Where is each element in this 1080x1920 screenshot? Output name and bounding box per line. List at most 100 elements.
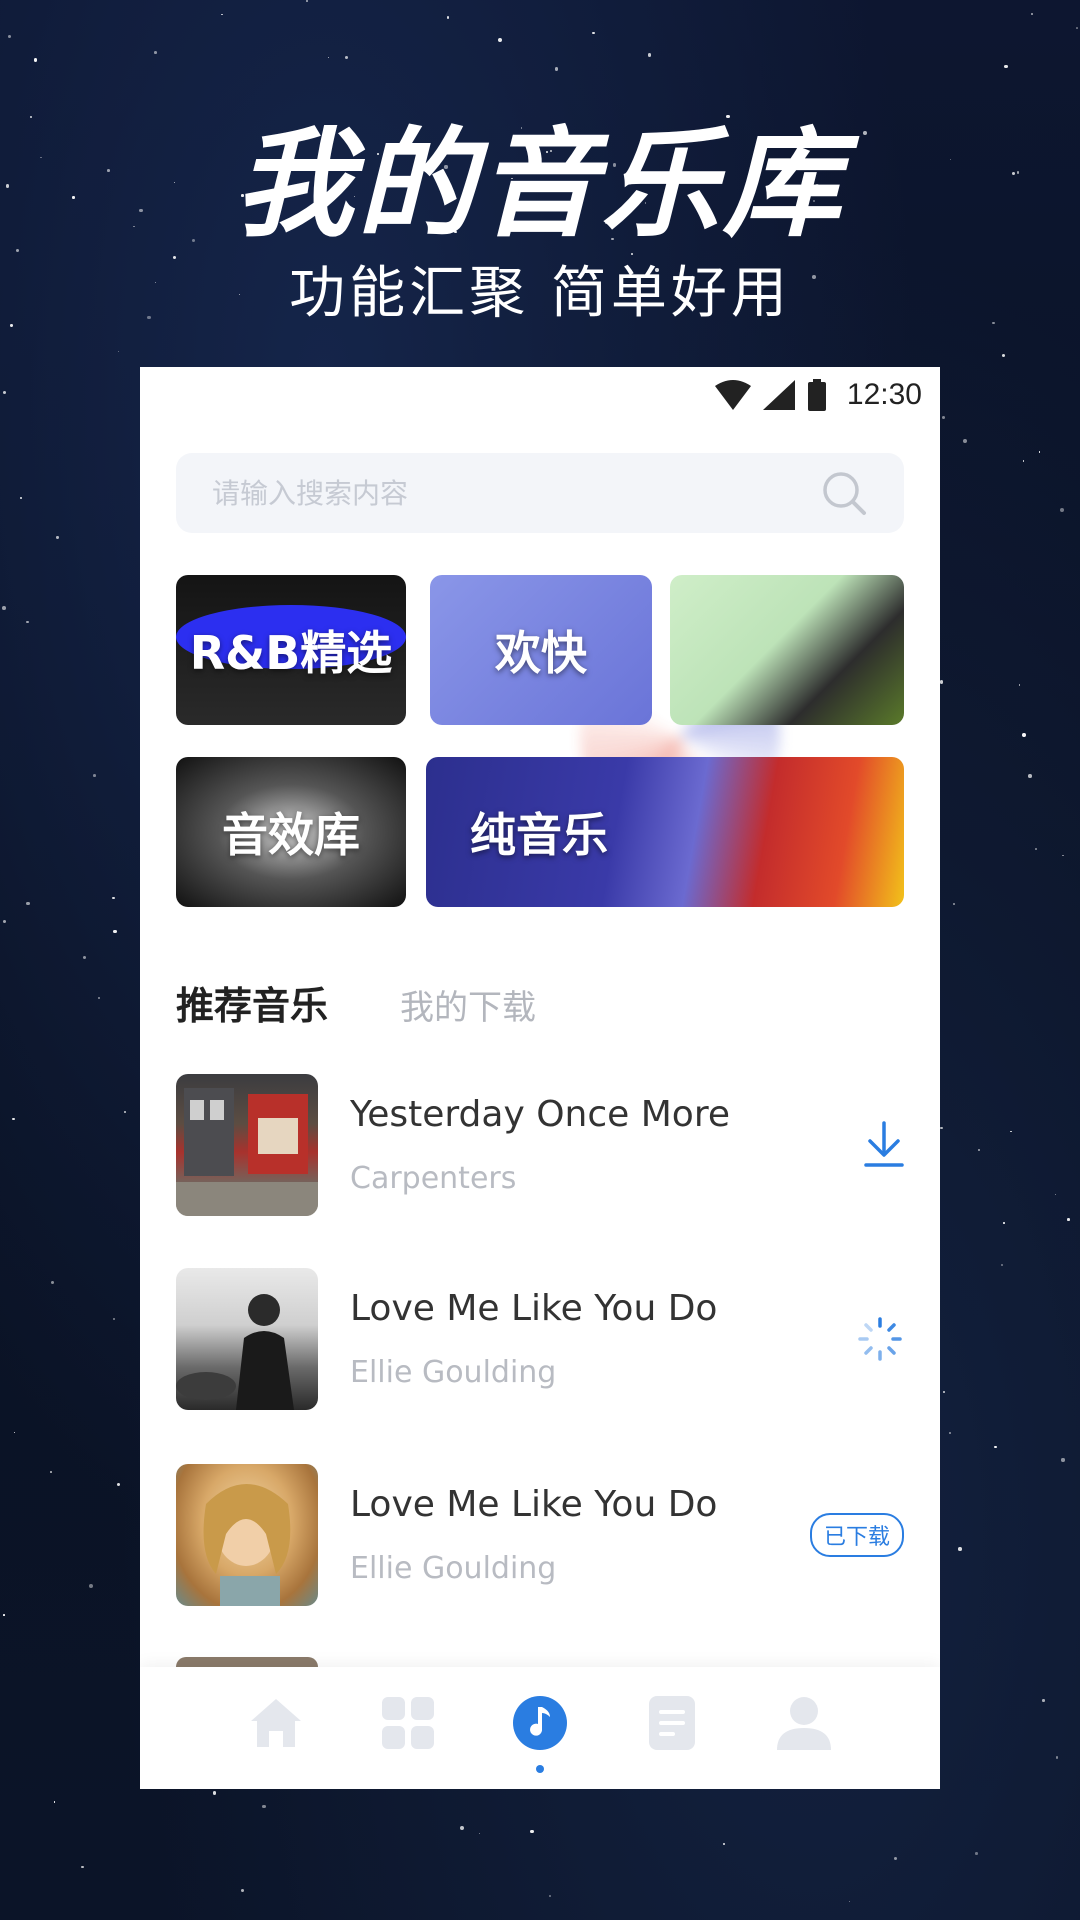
category-rnb[interactable]: R&B精选	[176, 575, 406, 725]
song-list-item[interactable]: Love Me Like You Do Ellie Goulding 已下载	[176, 1463, 904, 1607]
star	[1010, 1130, 1012, 1133]
star	[549, 1894, 551, 1897]
star	[118, 350, 120, 352]
star	[93, 773, 96, 777]
star	[3, 390, 7, 394]
star	[26, 901, 30, 906]
star	[305, 0, 309, 3]
album-cover-partial	[176, 1657, 318, 1667]
tab-recommended[interactable]: 推荐音乐	[176, 975, 328, 1030]
category-label: 音效库	[222, 808, 360, 862]
star	[978, 1149, 981, 1152]
star	[530, 1829, 534, 1834]
star	[33, 58, 38, 62]
star	[647, 53, 652, 57]
star	[13, 1431, 16, 1434]
bottom-navigation	[140, 1667, 940, 1789]
star	[113, 929, 117, 934]
search-bar[interactable]	[176, 453, 904, 533]
star	[942, 415, 946, 419]
nav-categories[interactable]	[380, 1695, 436, 1751]
loading-spinner-icon	[858, 1317, 902, 1361]
star	[56, 536, 59, 539]
star	[1, 605, 6, 610]
album-cover	[176, 1268, 318, 1410]
star	[123, 1110, 127, 1113]
star	[958, 1547, 962, 1551]
star	[975, 1852, 978, 1855]
phone-screen: 12:30 R&B精选 欢快 音效库 纯音乐 推荐音乐 我的下载	[140, 367, 940, 1789]
search-input[interactable]	[212, 476, 820, 510]
grid-icon	[382, 1697, 434, 1749]
category-label: 纯音乐	[470, 808, 608, 862]
star	[1021, 733, 1026, 737]
star	[1018, 683, 1021, 686]
star	[1067, 1218, 1070, 1221]
song-list-item[interactable]: Yesterday Once More Carpenters	[176, 1073, 904, 1217]
star	[1055, 1756, 1059, 1759]
star	[53, 1801, 56, 1803]
star	[117, 1483, 121, 1487]
star	[3, 919, 7, 923]
star	[940, 680, 944, 684]
star	[953, 902, 955, 905]
category-label: R&B精选	[189, 626, 393, 680]
wifi-icon	[714, 380, 751, 410]
star	[498, 37, 502, 42]
nav-documents[interactable]	[644, 1695, 700, 1751]
nav-profile[interactable]	[776, 1695, 832, 1751]
star	[3, 1614, 5, 1616]
star	[50, 1280, 55, 1285]
category-happy[interactable]: 欢快	[430, 575, 652, 725]
star	[19, 497, 22, 500]
star	[848, 1901, 850, 1903]
star	[12, 1117, 15, 1120]
star	[112, 896, 115, 899]
star	[963, 439, 968, 444]
downloaded-badge: 已下载	[809, 1513, 904, 1557]
star	[81, 1865, 84, 1868]
song-list-item[interactable]: Love Me Like You Do Ellie Goulding	[176, 1267, 904, 1411]
nav-music[interactable]	[512, 1695, 568, 1773]
star	[940, 1126, 943, 1130]
tab-my-downloads[interactable]: 我的下载	[400, 980, 536, 1029]
star	[112, 1318, 115, 1321]
status-time: 12:30	[846, 378, 922, 411]
star	[1060, 507, 1065, 512]
song-title: Love Me Like You Do	[350, 1484, 718, 1525]
star	[447, 16, 450, 19]
search-icon[interactable]	[820, 469, 868, 517]
star	[722, 1842, 726, 1846]
hero-subtitle: 功能汇聚 简单好用	[289, 261, 791, 326]
category-sound-effects[interactable]: 音效库	[176, 757, 406, 907]
home-icon	[251, 1699, 301, 1747]
download-icon[interactable]	[864, 1121, 904, 1169]
document-icon	[649, 1696, 695, 1750]
star	[1031, 13, 1033, 16]
category-label: 欢快	[495, 626, 587, 680]
star	[50, 1470, 52, 1473]
star	[1000, 1263, 1003, 1267]
album-cover	[176, 1464, 318, 1606]
star	[1038, 451, 1041, 453]
battery-icon	[807, 379, 826, 411]
star	[893, 1857, 898, 1861]
star	[554, 67, 559, 72]
song-artist: Ellie Goulding	[350, 1551, 557, 1586]
category-pure-music[interactable]: 纯音乐	[426, 757, 904, 907]
star	[1062, 854, 1064, 857]
star	[994, 1445, 997, 1449]
hero-title: 我的音乐库	[234, 115, 845, 253]
star	[327, 56, 330, 59]
star	[262, 1804, 266, 1809]
star	[153, 50, 157, 54]
category-card-art[interactable]	[670, 575, 904, 725]
nav-home[interactable]	[248, 1695, 304, 1751]
music-tabs: 推荐音乐 我的下载	[176, 975, 536, 1030]
star	[240, 1888, 244, 1892]
star	[1002, 1222, 1005, 1224]
star	[1028, 774, 1032, 778]
star	[1042, 1699, 1045, 1702]
star	[460, 1825, 465, 1830]
active-indicator-dot	[536, 1765, 544, 1773]
